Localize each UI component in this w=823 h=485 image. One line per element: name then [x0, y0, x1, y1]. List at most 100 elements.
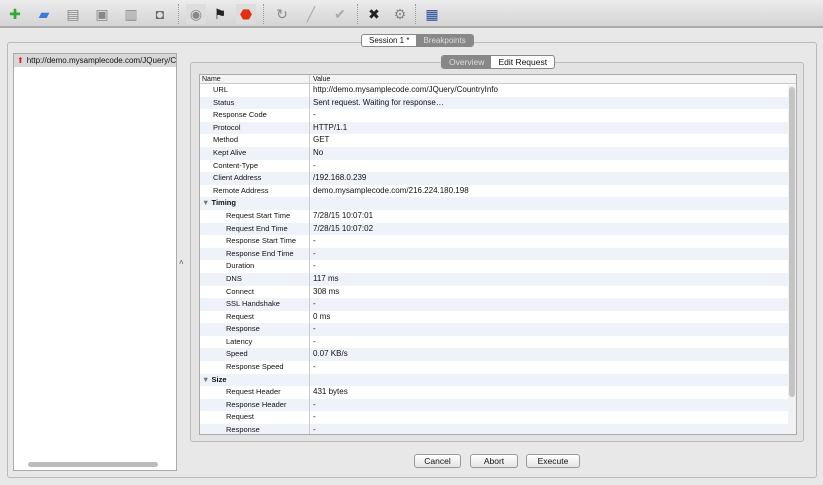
table-row[interactable]: Duration - [200, 260, 796, 273]
table-row[interactable]: Response - [200, 323, 796, 336]
row-name: Duration [200, 260, 310, 273]
scroll-thumb[interactable] [789, 87, 795, 397]
splitter-handle[interactable]: ˄ [179, 258, 184, 267]
row-name-text: Kept Alive [213, 147, 247, 157]
table-row[interactable]: Response Code - [200, 109, 796, 122]
table-row[interactable]: Response - [200, 424, 796, 435]
table-row[interactable]: Status Sent request. Waiting for response… [200, 96, 796, 110]
tab-overview[interactable]: Overview [442, 56, 492, 68]
table-row[interactable]: Request End Time 7/28/15 10:07:02 [200, 222, 796, 236]
row-name: DNS [200, 272, 310, 286]
row-name: Remote Address [200, 184, 310, 198]
validate-icon[interactable]: ✔ [330, 4, 350, 24]
row-name-text: Remote Address [213, 185, 269, 195]
table-row[interactable]: Request 0 ms [200, 310, 796, 324]
row-name: Response Code [200, 109, 310, 122]
row-name-text: Content-Type [213, 160, 259, 170]
cancel-button[interactable]: Cancel [414, 454, 461, 468]
row-value: - [313, 324, 316, 334]
overview-table: Name Value URL http://demo.mysamplecode.c… [199, 74, 797, 435]
table-row[interactable]: Response End Time - [200, 247, 796, 261]
table-row[interactable]: Response Speed - [200, 361, 796, 374]
shop-icon[interactable]: ▦ [422, 4, 442, 24]
table-row[interactable]: Connect 308 ms [200, 285, 796, 299]
row-value: - [313, 412, 316, 422]
row-name: Latency [200, 335, 310, 349]
settings-icon[interactable]: ⚙ [390, 4, 410, 24]
save-session-icon[interactable]: ▣ [92, 4, 112, 24]
row-value: 117 ms [313, 273, 339, 283]
table-row[interactable]: Kept Alive No [200, 146, 796, 160]
row-name-text: SSL Handshake [226, 299, 280, 309]
table-row[interactable]: Request - [200, 411, 796, 425]
open-session-icon[interactable]: ▰ [34, 4, 54, 24]
row-value: - [313, 399, 316, 409]
column-name: Name [200, 75, 310, 83]
table-row[interactable]: Request Header 431 bytes [200, 386, 796, 399]
row-name: Response Header [200, 398, 310, 412]
new-session-icon[interactable]: ✚ [5, 4, 25, 24]
row-name: ▼ Timing [200, 197, 310, 210]
table-row[interactable]: Response Start Time - [200, 235, 796, 248]
vertical-scrollbar[interactable] [788, 85, 796, 434]
detail-tabs: Overview Edit Request [441, 55, 556, 69]
row-name-text: DNS [226, 273, 242, 283]
row-name-text: Request End Time [226, 223, 288, 233]
row-name: Kept Alive [200, 146, 310, 160]
table-row[interactable]: Speed 0.07 KB/s [200, 348, 796, 362]
row-name: SSL Handshake [200, 298, 310, 311]
repeat-icon[interactable]: ↻ [272, 4, 292, 24]
row-value: 7/28/15 10:07:01 [313, 210, 374, 220]
throttle-icon[interactable]: ⚑ [210, 4, 230, 24]
table-row[interactable]: Response Header - [200, 398, 796, 412]
row-name-text: Response Speed [226, 362, 284, 372]
separator [357, 4, 358, 24]
execute-button[interactable]: Execute [526, 454, 580, 468]
row-name-text: Response [226, 324, 260, 334]
row-value: /192.168.0.239 [313, 173, 367, 183]
close-session-icon[interactable]: ▤ [63, 4, 83, 24]
horizontal-scrollbar[interactable] [28, 462, 158, 467]
table-row[interactable]: Client Address/192.168.0.239 [200, 172, 796, 185]
tab-session-1[interactable]: Session 1 * [362, 35, 416, 46]
edit-icon[interactable]: ╱ [301, 4, 321, 24]
row-name: Request Start Time [200, 209, 310, 223]
row-value [310, 374, 313, 387]
row-value: - [313, 261, 316, 271]
table-group-row[interactable]: ▼ Size [200, 373, 796, 387]
find-icon[interactable]: ◘ [150, 4, 170, 24]
record-icon[interactable]: ◉ [186, 4, 206, 24]
row-name: Request Header [200, 386, 310, 399]
row-name-text: Response Start Time [226, 236, 297, 246]
row-name-text: Response [226, 425, 260, 435]
clear-session-icon[interactable]: ▥ [121, 4, 141, 24]
row-name: Method [200, 134, 310, 147]
row-name-text: Response Header [226, 399, 287, 409]
row-name-text: Duration [226, 261, 255, 271]
abort-button[interactable]: Abort [470, 454, 518, 468]
tab-breakpoints[interactable]: Breakpoints [416, 35, 473, 46]
disclosure-triangle-icon[interactable]: ▼ [202, 375, 212, 384]
column-value: Value [313, 76, 331, 83]
disclosure-triangle-icon[interactable]: ▼ [202, 198, 212, 207]
tree-item[interactable]: ⬆ http://demo.mysamplecode.com/JQuery/C [14, 54, 176, 67]
row-value: - [313, 336, 316, 346]
table-row[interactable]: URL http://demo.mysamplecode.com/JQuery/C… [200, 84, 796, 97]
row-name: Protocol [200, 121, 310, 135]
table-row[interactable]: Request Start Time 7/28/15 10:07:01 [200, 209, 796, 223]
row-name: Response [200, 323, 310, 336]
table-row[interactable]: SSL Handshake - [200, 298, 796, 311]
table-row[interactable]: Latency - [200, 335, 796, 349]
tools-icon[interactable]: ✖ [364, 4, 384, 24]
table-row[interactable]: Content-Type - [200, 159, 796, 173]
table-group-row[interactable]: ▼ Timing [200, 197, 796, 210]
table-row[interactable]: Protocol HTTP/1.1 [200, 121, 796, 135]
row-value: - [313, 110, 316, 120]
breakpoints-icon[interactable]: ⬣ [236, 4, 256, 24]
table-row[interactable]: DNS 117 ms [200, 272, 796, 286]
row-name-text: Request [226, 311, 254, 321]
table-row[interactable]: Remote Address demo.mysamplecode.com/216.… [200, 184, 796, 198]
table-row[interactable]: Method GET [200, 134, 796, 147]
separator [263, 4, 264, 24]
tab-edit-request[interactable]: Edit Request [491, 56, 554, 68]
